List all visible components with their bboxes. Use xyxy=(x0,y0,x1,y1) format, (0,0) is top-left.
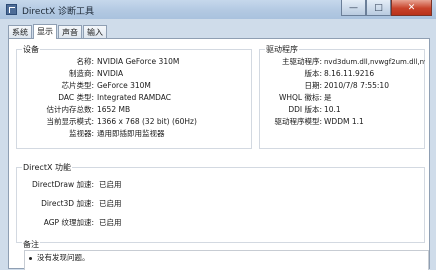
display-tab-panel: 设备 名称: NVIDIA GeForce 310M 制造商: NVIDIA 芯… xyxy=(8,38,430,270)
driver-value-model: WDDM 1.1 xyxy=(324,117,364,126)
directdraw-label: DirectDraw 加速: xyxy=(32,180,94,189)
directdraw-value: 已启用 xyxy=(99,180,122,189)
driver-group-title: 驱动程序 xyxy=(265,44,299,55)
driver-label-date: 日期: xyxy=(304,81,322,90)
maximize-button[interactable]: □ xyxy=(366,0,391,16)
driver-label-main: 主驱动程序: xyxy=(281,57,322,66)
driver-value-version: 8.16.11.9216 xyxy=(324,69,375,78)
agp-value: 已启用 xyxy=(99,218,122,227)
driver-label-ddi: DDI 版本: xyxy=(288,105,322,114)
driver-row-version: 版本: 8.16.11.9216 xyxy=(259,69,425,79)
direct3d-row: Direct3D 加速: 已启用 xyxy=(9,199,249,209)
window-controls: — □ ✕ xyxy=(341,0,432,17)
device-value-monitor: 通用即插即用监视器 xyxy=(97,129,165,138)
driver-row-model: 驱动程序模型: WDDM 1.1 xyxy=(259,117,425,127)
title-bar: DirectX 诊断工具 — □ ✕ xyxy=(0,0,436,19)
agp-row: AGP 纹理加速: 已启用 xyxy=(9,218,249,228)
device-label-monitor: 监视器: xyxy=(68,129,94,138)
device-label-dac-type: DAC 类型: xyxy=(58,93,94,102)
device-value-memory: 1652 MB xyxy=(97,105,131,114)
device-row-manufacturer: 制造商: NVIDIA xyxy=(9,69,249,79)
direct3d-value: 已启用 xyxy=(99,199,122,208)
driver-row-main: 主驱动程序: nvd3dum.dll,nvwgf2um.dll,nvwgf xyxy=(259,57,425,67)
minimize-button[interactable]: — xyxy=(341,0,366,16)
direct3d-label: Direct3D 加速: xyxy=(41,199,94,208)
device-row-display-mode: 当前显示模式: 1366 x 768 (32 bit) (60Hz) xyxy=(9,117,249,127)
bullet-icon xyxy=(29,257,32,260)
device-value-chip-type: GeForce 310M xyxy=(97,81,151,90)
device-label-name: 名称: xyxy=(76,57,94,66)
directx-features-title: DirectX 功能 xyxy=(22,162,72,173)
device-row-dac-type: DAC 类型: Integrated RAMDAC xyxy=(9,93,249,103)
notes-box[interactable]: 没有发现问题。 xyxy=(24,250,429,270)
device-row-name: 名称: NVIDIA GeForce 310M xyxy=(9,57,249,67)
tab-input[interactable]: 输入 xyxy=(83,25,107,39)
agp-label: AGP 纹理加速: xyxy=(43,218,94,227)
device-label-display-mode: 当前显示模式: xyxy=(46,117,94,126)
directdraw-row: DirectDraw 加速: 已启用 xyxy=(9,180,249,190)
device-row-monitor: 监视器: 通用即插即用监视器 xyxy=(9,129,249,139)
tab-strip: 系统 显示 声音 输入 xyxy=(8,24,108,39)
driver-label-model: 驱动程序模型: xyxy=(274,117,322,126)
driver-value-whql: 是 xyxy=(324,93,332,102)
notes-title: 备注 xyxy=(22,239,40,250)
device-label-chip-type: 芯片类型: xyxy=(61,81,94,90)
device-group-title: 设备 xyxy=(22,44,40,55)
device-value-display-mode: 1366 x 768 (32 bit) (60Hz) xyxy=(97,117,197,126)
tab-sound[interactable]: 声音 xyxy=(58,25,82,39)
driver-row-ddi: DDI 版本: 10.1 xyxy=(259,105,425,115)
driver-label-version: 版本: xyxy=(304,69,322,78)
driver-value-ddi: 10.1 xyxy=(324,105,341,114)
dxdiag-app-icon xyxy=(6,4,17,15)
device-row-memory: 估计内存总数: 1652 MB xyxy=(9,105,249,115)
driver-value-main: nvd3dum.dll,nvwgf2um.dll,nvwgf xyxy=(324,58,425,66)
driver-value-date: 2010/7/8 7:55:10 xyxy=(324,81,389,90)
driver-row-whql: WHQL 徽标: 是 xyxy=(259,93,425,103)
notes-item: 没有发现问题。 xyxy=(37,253,90,262)
driver-row-date: 日期: 2010/7/8 7:55:10 xyxy=(259,81,425,91)
window-title: DirectX 诊断工具 xyxy=(22,7,94,17)
device-label-memory: 估计内存总数: xyxy=(46,105,94,114)
tab-system[interactable]: 系统 xyxy=(8,25,32,39)
device-value-dac-type: Integrated RAMDAC xyxy=(97,93,172,102)
device-value-manufacturer: NVIDIA xyxy=(97,69,124,78)
close-button[interactable]: ✕ xyxy=(391,0,432,16)
device-row-chip-type: 芯片类型: GeForce 310M xyxy=(9,81,249,91)
device-value-name: NVIDIA GeForce 310M xyxy=(97,57,180,66)
device-label-manufacturer: 制造商: xyxy=(68,69,94,78)
driver-label-whql: WHQL 徽标: xyxy=(278,93,322,102)
tab-display[interactable]: 显示 xyxy=(33,24,57,39)
